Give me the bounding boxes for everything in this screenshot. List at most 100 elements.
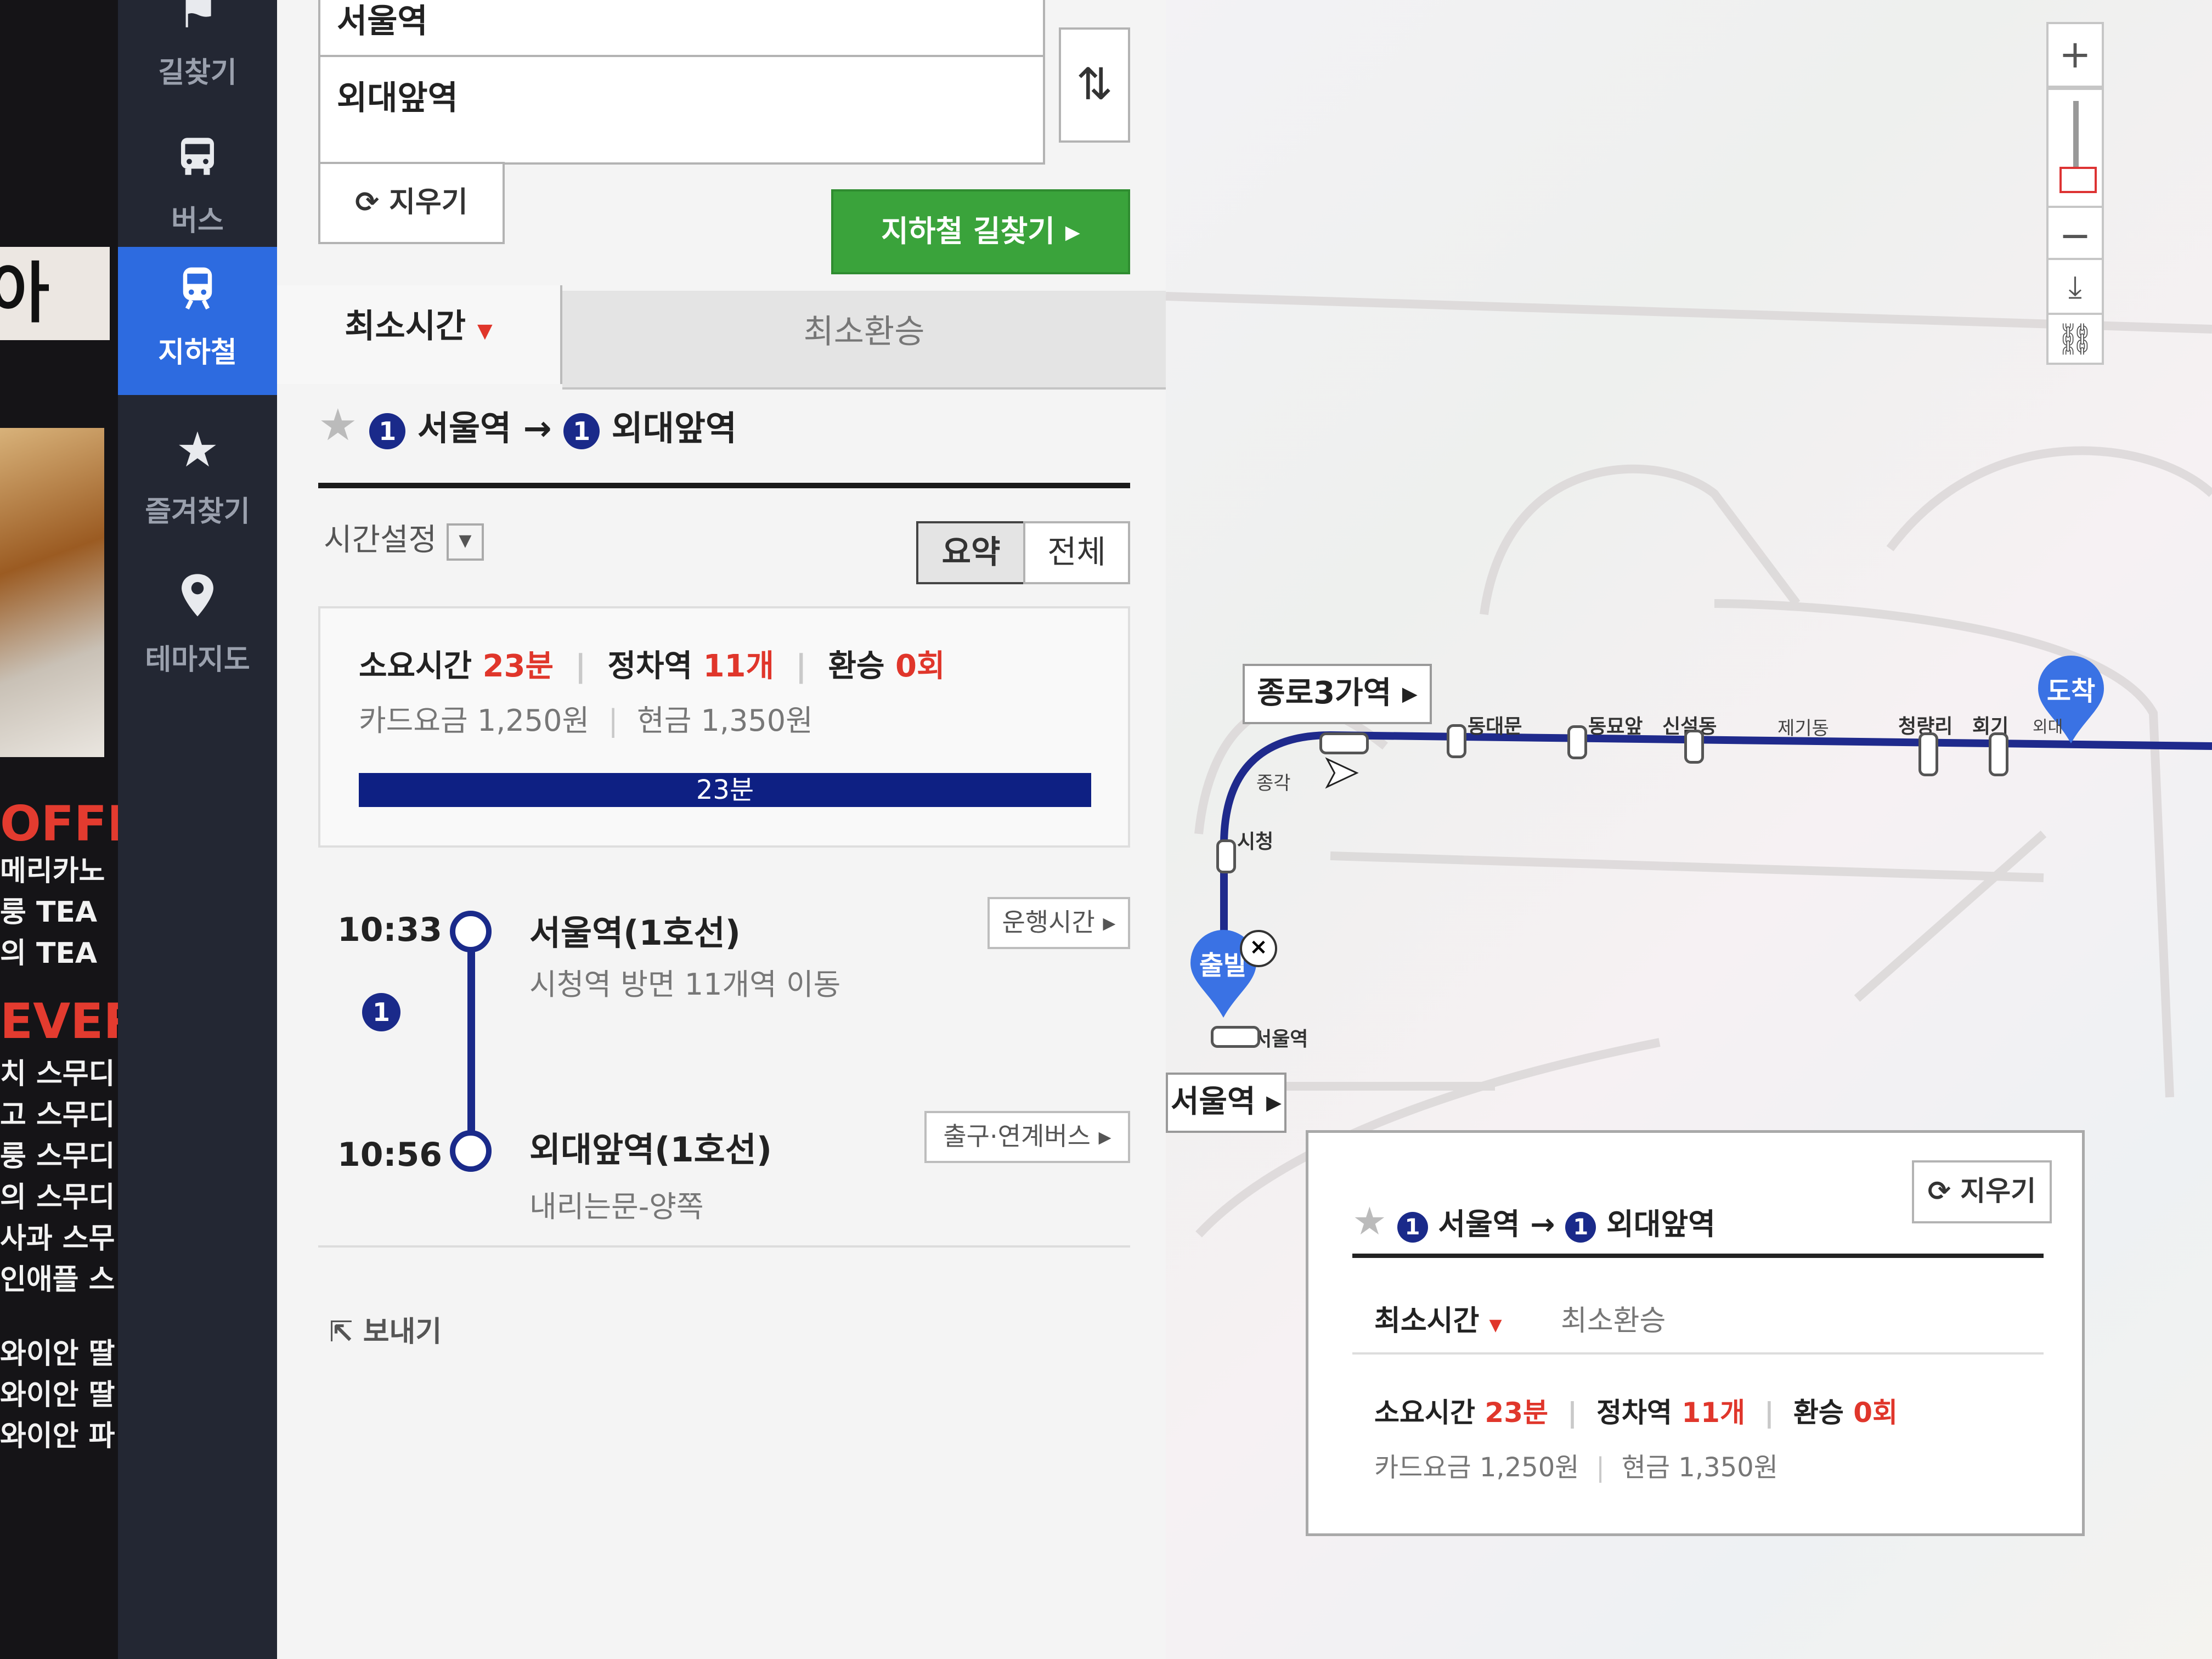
swap-button[interactable]: ⇅ — [1059, 27, 1130, 143]
station-label: 시청 — [1237, 831, 1274, 853]
nav-item-label: 테마지도 — [145, 644, 250, 676]
card-tab-divider — [1352, 1352, 2044, 1355]
station-label: 외대 — [2033, 718, 2063, 737]
zoom-slider-handle[interactable] — [2059, 167, 2097, 193]
background-menu-item: 룽 TEA — [0, 896, 98, 929]
zoom-slider[interactable] — [2046, 88, 2104, 208]
station-marker[interactable] — [1447, 724, 1466, 758]
dropdown-caret-icon: ▼ — [1489, 1316, 1502, 1335]
zoom-out-button[interactable]: − — [2046, 206, 2104, 266]
nav-item-label: 즐겨찾기 — [145, 495, 250, 528]
favorite-star-icon[interactable]: ★ — [318, 399, 358, 450]
duration-bar: 23분 — [359, 773, 1091, 807]
background-drink-photo — [0, 428, 104, 757]
zoom-in-button[interactable]: + — [2046, 22, 2104, 88]
time-setting-dropdown[interactable]: 시간설정 ▼ — [324, 518, 484, 562]
nav-item-favorites[interactable]: ★ 즐겨찾기 — [118, 406, 277, 554]
nav-item-label: 지하철 — [158, 336, 237, 369]
close-icon[interactable]: × — [1240, 930, 1277, 967]
destination-input[interactable]: 외대앞역 — [318, 55, 1045, 165]
clear-button[interactable]: ⟳ 지우기 — [318, 162, 505, 244]
subway-search-button[interactable]: 지하철 길찾기 ▸ — [831, 189, 1130, 274]
card-fare-info: 카드요금 1,250원 | 현금 1,350원 — [1374, 1452, 1778, 1483]
download-icon[interactable]: ⤓ — [2046, 258, 2104, 315]
station-label: 제기동 — [1778, 718, 1829, 740]
line-badge: 1 — [1397, 1212, 1428, 1243]
card-fare: 카드요금 1,250원 — [359, 703, 590, 738]
clear-label: 지우기 — [389, 186, 468, 219]
route-to: 외대앞역 — [611, 408, 737, 448]
departure-station: 서울역(1호선) — [529, 913, 741, 953]
background-menu-item: 사과 스무 — [0, 1222, 115, 1255]
arrow-right-icon: → — [523, 408, 552, 448]
left-nav: ⚑ 길찾기 버스 지하철 ★ 즐겨찾기 테마지도 — [118, 0, 277, 1659]
route-line — [467, 952, 475, 1141]
tab-fewest-transfers[interactable]: 최소환승 — [562, 291, 1166, 390]
background-promo-strip: 아이 OFFE 메리카노 룽 TEA 의 TEA EVER 치 스무디 고 스무… — [0, 0, 126, 1659]
timeline-divider — [318, 1245, 1130, 1248]
background-menu-item: 룽 스무디 — [0, 1140, 115, 1173]
transfer-label: 환승 — [828, 648, 885, 684]
arrow-right-icon: → — [1530, 1207, 1555, 1242]
stops-value: 11개 — [703, 648, 775, 684]
card-clear-button[interactable]: ⟳ 지우기 — [1912, 1160, 2052, 1223]
station-marker[interactable] — [1211, 1026, 1260, 1048]
route-panel: 서울역 외대앞역 ⇅ ⟳ 지우기 지하철 길찾기 ▸ 최소시간 ▼ 최소환승 ★… — [277, 0, 1168, 1659]
share-icon: ⇱ — [329, 1316, 353, 1348]
departure-node — [450, 911, 492, 952]
card-tab-fastest[interactable]: 최소시간 ▼ — [1374, 1297, 1502, 1339]
time-setting-label: 시간설정 — [324, 522, 437, 558]
view-all-button[interactable]: 전체 — [1023, 521, 1130, 584]
nav-item-label: 길찾기 — [158, 57, 237, 89]
end-marker-label: 도착 — [2046, 676, 2096, 707]
nav-item-theme-map[interactable]: 테마지도 — [118, 554, 277, 702]
nav-item-directions[interactable]: ⚑ 길찾기 — [118, 0, 277, 115]
favorite-star-icon[interactable]: ★ — [1352, 1199, 1387, 1244]
timeline-line-badge: 1 — [362, 993, 400, 1031]
card-divider — [1352, 1254, 2044, 1258]
cash-fare: 현금 1,350원 — [637, 703, 813, 738]
background-menu-item: 와이안 파 — [0, 1420, 115, 1453]
station-marker[interactable] — [1989, 732, 2008, 776]
chevron-right-icon: ▸ — [1065, 214, 1080, 249]
card-route-header: ★ 1 서울역 → 1 외대앞역 — [1352, 1199, 1716, 1244]
station-callout-jongno3ga[interactable]: 종로3가역 ▸ — [1243, 664, 1432, 724]
arrival-time: 10:56 — [337, 1136, 442, 1174]
background-menu-item: 의 TEA — [0, 937, 98, 970]
mouse-cursor-icon: ➤ — [1321, 746, 1359, 798]
departure-time: 10:33 — [337, 911, 442, 949]
duration-value: 23분 — [482, 648, 554, 684]
route-header: ★ 1 서울역 → 1 외대앞역 — [318, 395, 1130, 455]
tab-fastest[interactable]: 최소시간 ▼ — [277, 285, 562, 384]
station-marker[interactable] — [1684, 730, 1704, 764]
nav-item-bus[interactable]: 버스 — [118, 115, 277, 263]
timetable-button[interactable]: 운행시간 ▸ — [988, 897, 1130, 949]
duration-label: 소요시간 — [359, 648, 472, 684]
chevron-down-icon: ▼ — [446, 523, 484, 561]
line-badge: 1 — [369, 413, 406, 449]
line-badge: 1 — [563, 413, 600, 449]
tab-label: 최소환승 — [803, 313, 925, 351]
station-marker[interactable] — [1918, 732, 1938, 776]
departure-direction: 시청역 방면 11개역 이동 — [529, 967, 841, 1002]
send-button[interactable]: ⇱ 보내기 — [329, 1308, 442, 1350]
search-button-label: 지하철 길찾기 — [881, 214, 1055, 249]
exit-door-info: 내리는문-양쪽 — [529, 1189, 704, 1224]
flag-icon: ⚑ — [176, 0, 219, 39]
station-marker[interactable] — [1567, 725, 1587, 759]
nav-item-subway[interactable]: 지하철 — [118, 247, 277, 395]
station-marker[interactable] — [1216, 839, 1236, 873]
background-menu-item: 와이안 딸 — [0, 1379, 115, 1412]
link-icon[interactable]: ⛓ — [2046, 313, 2104, 365]
dropdown-caret-icon: ▼ — [477, 320, 493, 342]
card-summary-stats: 소요시간 23분 | 정차역 11개 | 환승 0회 — [1374, 1397, 1898, 1429]
view-summary-button[interactable]: 요약 — [916, 521, 1026, 584]
exit-bus-button[interactable]: 출구·연계버스 ▸ — [924, 1111, 1130, 1163]
line-badge: 1 — [1565, 1212, 1596, 1243]
station-callout-seoul[interactable]: 서울역 ▸ — [1166, 1073, 1286, 1133]
star-icon: ★ — [176, 421, 219, 478]
card-tab-fewest-transfers[interactable]: 최소환승 — [1561, 1297, 1666, 1339]
station-label: 동묘앞 — [1588, 715, 1643, 738]
station-label: 종각 — [1256, 772, 1291, 794]
map-route-card: ⟳ 지우기 ★ 1 서울역 → 1 외대앞역 최소시간 ▼ 최소환승 소요시간 … — [1306, 1130, 2085, 1536]
